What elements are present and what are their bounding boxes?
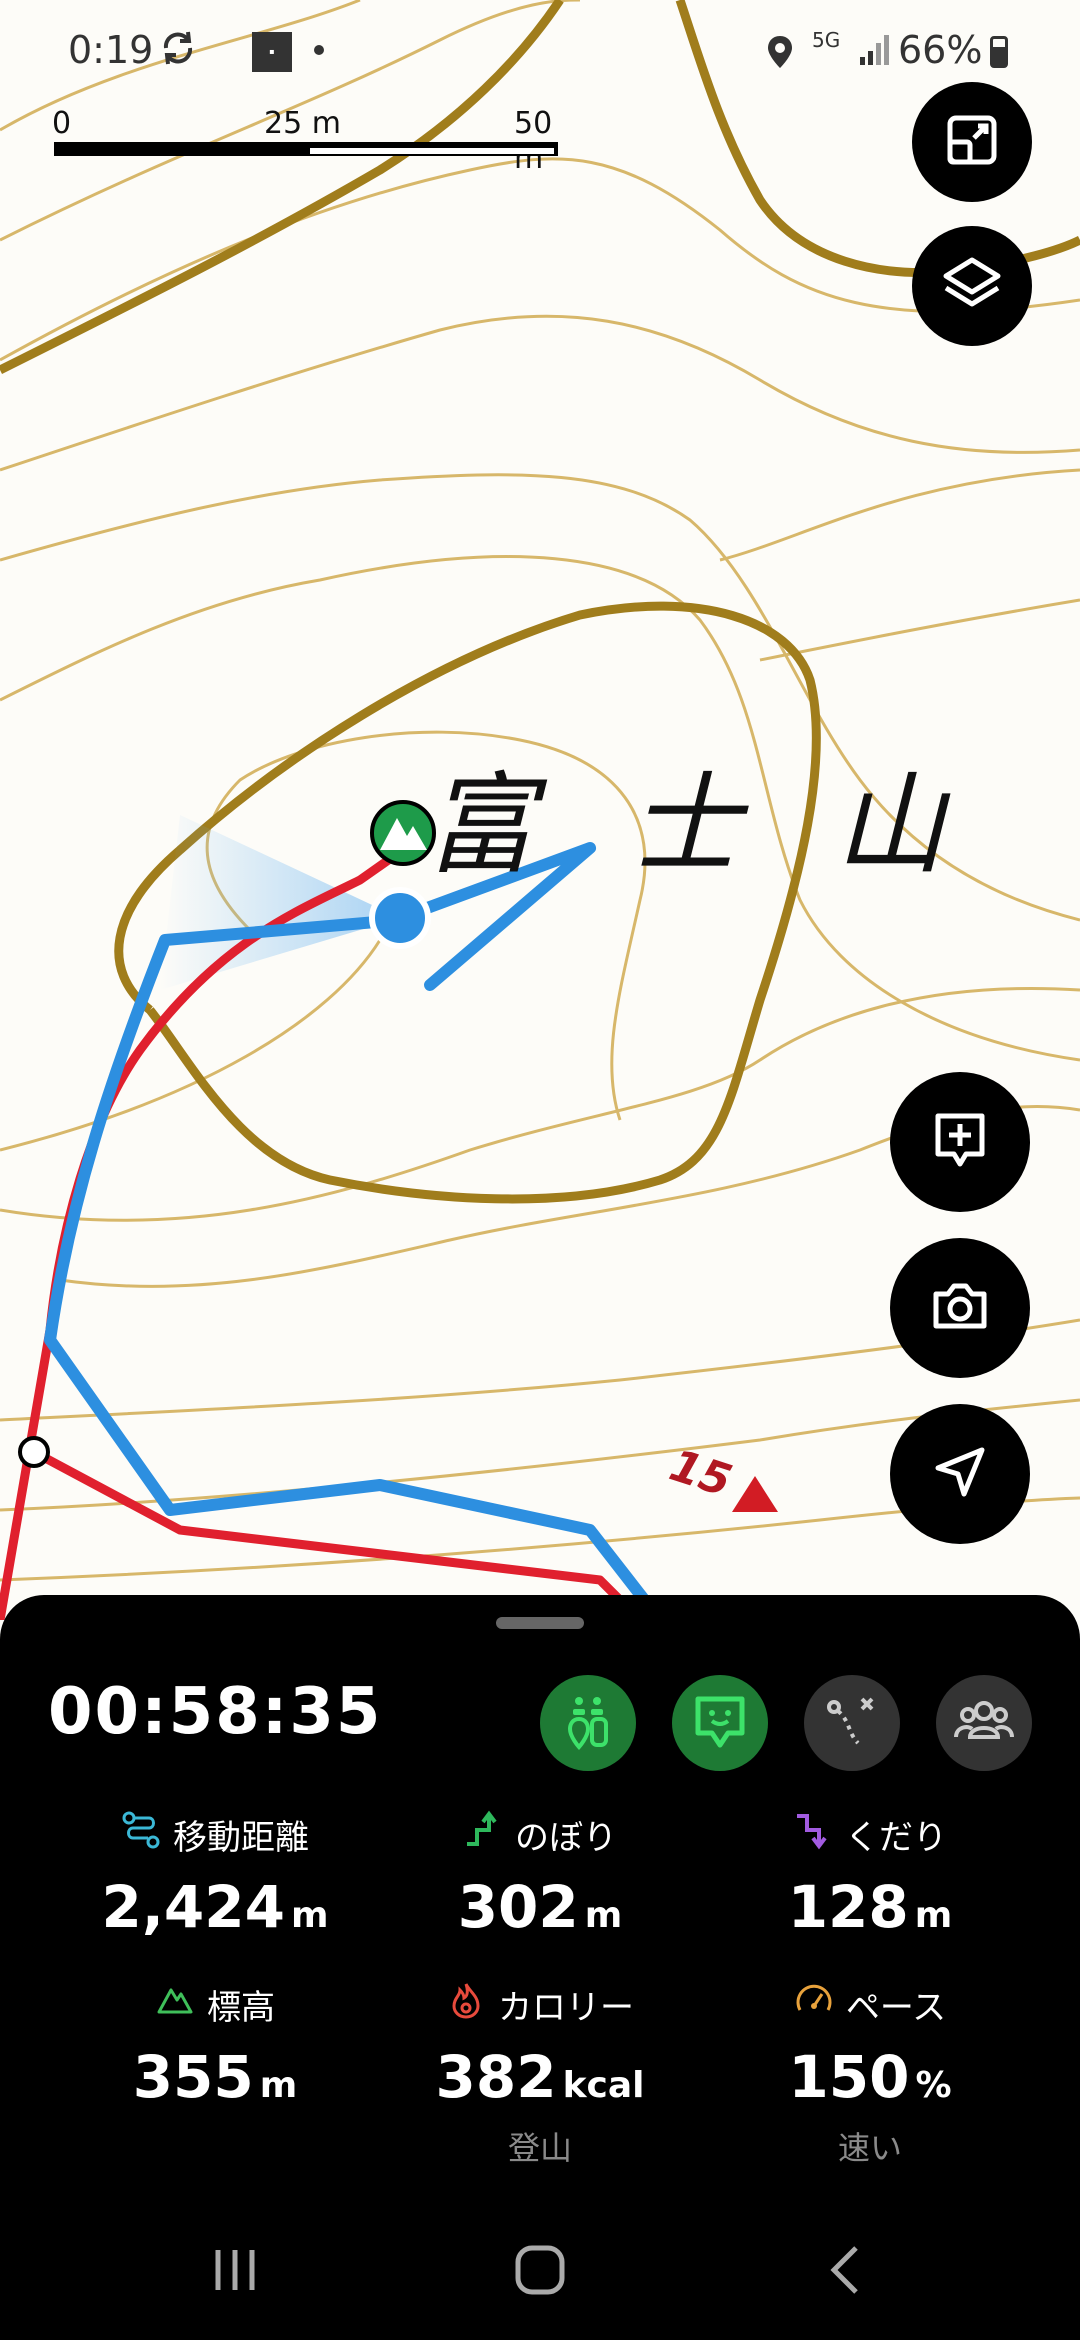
clock: 0:19 [68, 28, 154, 72]
layers-icon [940, 252, 1004, 320]
layers-button[interactable] [912, 226, 1032, 346]
scale-end: 50 m [514, 106, 553, 176]
elapsed-timer: 00:58:35 [48, 1675, 383, 1749]
stat-ascent: のぼり 302 m [360, 1810, 720, 1941]
stat-elevation: 標高 355 m [35, 1980, 395, 2111]
stat-distance-label: 移動距離 [173, 1818, 309, 1858]
status-bar: 0:19 ▪ 5G 66% [0, 0, 1080, 100]
companions-button[interactable] [936, 1675, 1032, 1771]
scale-bar-segment [310, 148, 554, 154]
route-check-button[interactable] [804, 1675, 900, 1771]
navigate-button[interactable] [890, 1404, 1030, 1544]
expand-map-icon [942, 110, 1002, 174]
mountain-icon [155, 1980, 195, 2029]
location-icon [766, 34, 794, 79]
stat-pace: ペース 150% 速い [690, 1980, 1050, 2169]
stat-calories-label: カロリー [498, 1988, 634, 2028]
stat-descent-unit: m [914, 1895, 953, 1936]
stat-elevation-label: 標高 [207, 1988, 275, 2028]
ascent-icon [463, 1810, 503, 1859]
scale-mid: 25 m [264, 106, 341, 141]
stat-distance-value: 2,424 [101, 1873, 285, 1941]
expand-map-button[interactable] [912, 82, 1032, 202]
navigate-icon [930, 1442, 990, 1506]
descent-icon [793, 1810, 833, 1859]
battery-percent: 66% [898, 28, 983, 72]
stat-elevation-unit: m [259, 2065, 298, 2106]
stat-calories-unit: kcal [562, 2065, 645, 2106]
stat-pace-value: 150 [788, 2043, 910, 2111]
stat-pace-unit: % [915, 2065, 952, 2106]
add-memo-icon [928, 1108, 992, 1176]
current-location-dot [369, 887, 431, 949]
stat-ascent-unit: m [584, 1895, 623, 1936]
stat-pace-label: ペース [845, 1988, 947, 2028]
battery-icon [990, 36, 1008, 68]
yamap-face-icon [690, 1691, 750, 1755]
more-notifications-dot [314, 45, 324, 55]
stat-calories: カロリー 382 kcal 登山 [360, 1980, 720, 2169]
stat-ascent-value: 302 [457, 1873, 579, 1941]
network-type: 5G [812, 28, 841, 52]
route-distance-icon [121, 1810, 161, 1859]
add-memo-button[interactable] [890, 1072, 1030, 1212]
group-pins-button[interactable] [540, 1675, 636, 1771]
stat-descent: くだり 128 m [690, 1810, 1050, 1941]
stat-ascent-label: のぼり [515, 1818, 617, 1858]
home-icon[interactable] [510, 2240, 570, 2304]
stat-descent-label: くだり [845, 1818, 947, 1858]
stat-calories-value: 382 [435, 2043, 557, 2111]
camera-icon [928, 1274, 992, 1342]
stat-calories-activity: 登山 [507, 2129, 572, 2167]
yamap-face-button[interactable] [672, 1675, 768, 1771]
panel-drag-handle[interactable] [496, 1617, 584, 1629]
waypoint-node [18, 1436, 50, 1468]
app-notification-icon: ▪ [252, 32, 292, 72]
sync-icon [158, 28, 198, 77]
system-navigation-bar [0, 2200, 1080, 2340]
group-pins-icon [558, 1691, 618, 1755]
signal-icon [858, 32, 892, 76]
stat-pace-rating: 速い [837, 2129, 902, 2167]
companions-icon [952, 1689, 1016, 1757]
peak-name-label: 富 士 山 [425, 761, 975, 889]
flame-icon [446, 1980, 486, 2029]
back-icon[interactable] [820, 2240, 870, 2304]
stat-elevation-value: 355 [132, 2043, 254, 2111]
stat-descent-value: 128 [787, 1873, 909, 1941]
speedometer-icon [794, 1980, 834, 2029]
camera-button[interactable] [890, 1238, 1030, 1378]
route-check-icon [822, 1691, 882, 1755]
map-scale: 0 25 m 50 m [52, 106, 562, 176]
stat-distance-unit: m [290, 1895, 329, 1936]
scale-start: 0 [52, 106, 72, 141]
stat-distance: 移動距離 2,424 m [35, 1810, 395, 1941]
recent-apps-icon[interactable] [210, 2240, 260, 2304]
